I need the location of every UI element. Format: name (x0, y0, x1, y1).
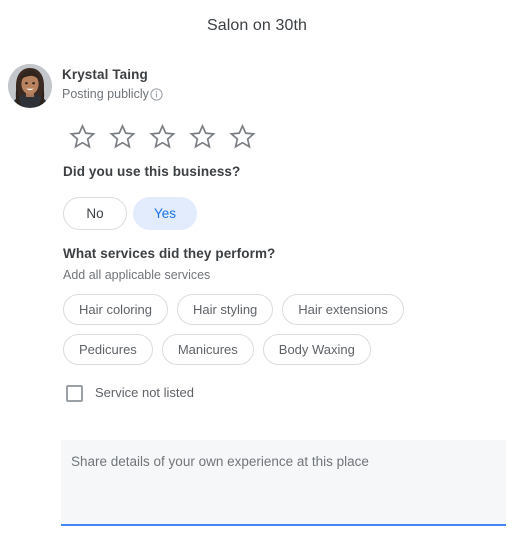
service-chip-hair-extensions[interactable]: Hair extensions (282, 294, 404, 325)
service-not-listed-checkbox[interactable] (66, 384, 83, 402)
posting-visibility-row: Posting publicly (62, 86, 163, 102)
star-rating[interactable] (62, 119, 262, 153)
services-question: What services did they perform? (63, 246, 276, 261)
star-rating-5[interactable] (222, 119, 262, 153)
service-chip-manicures[interactable]: Manicures (161, 334, 254, 365)
author-meta: Krystal Taing Posting publicly (62, 64, 163, 102)
services-subtitle: Add all applicable services (63, 268, 211, 282)
author-block: Krystal Taing Posting publicly (8, 64, 163, 112)
service-chip-body-waxing[interactable]: Body Waxing (262, 334, 371, 365)
review-textarea-container[interactable] (61, 440, 506, 526)
used-business-option-yes[interactable]: Yes (133, 197, 197, 230)
author-name: Krystal Taing (62, 67, 148, 82)
service-chip-hair-coloring[interactable]: Hair coloring (63, 294, 168, 325)
star-rating-2[interactable] (102, 119, 142, 153)
service-not-listed-row[interactable]: Service not listed (66, 384, 194, 402)
services-chip-group: Hair coloring Hair styling Hair extensio… (63, 294, 463, 365)
posting-visibility-label: Posting publicly (62, 87, 149, 101)
used-business-question: Did you use this business? (63, 164, 241, 179)
used-business-options: No Yes (63, 197, 197, 230)
service-chip-hair-styling[interactable]: Hair styling (176, 294, 274, 325)
star-rating-4[interactable] (182, 119, 222, 153)
avatar (8, 64, 52, 108)
star-rating-3[interactable] (142, 119, 182, 153)
used-business-option-no[interactable]: No (63, 197, 127, 230)
info-circle-icon[interactable] (150, 87, 163, 101)
page-title: Salon on 30th (206, 17, 308, 34)
service-not-listed-label: Service not listed (95, 385, 194, 400)
star-rating-1[interactable] (62, 119, 102, 153)
review-textarea[interactable] (61, 440, 506, 524)
service-chip-pedicures[interactable]: Pedicures (63, 334, 153, 365)
